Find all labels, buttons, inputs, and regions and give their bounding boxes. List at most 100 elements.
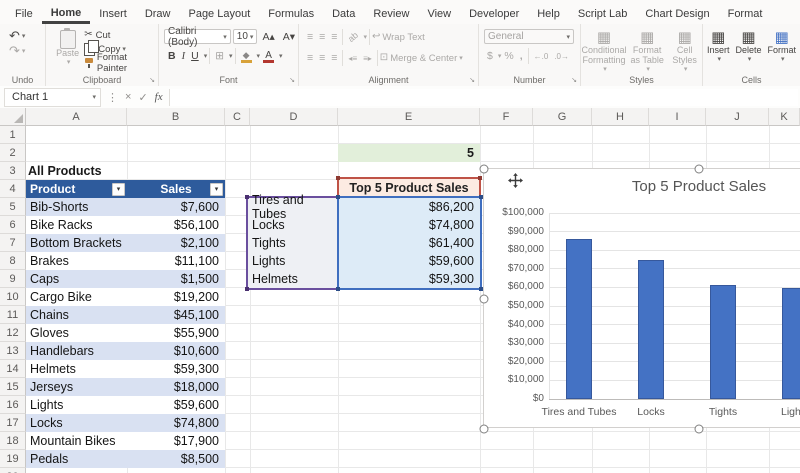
top5-name-cell[interactable]: Tires and Tubes bbox=[248, 198, 337, 216]
row-header-1[interactable]: 1 bbox=[0, 126, 26, 144]
top5-value-cell[interactable]: $61,400 bbox=[339, 234, 480, 252]
percent-style-button[interactable]: % bbox=[501, 50, 516, 62]
filter-icon[interactable]: ▾ bbox=[112, 183, 125, 196]
row-header-14[interactable]: 14 bbox=[0, 360, 26, 378]
insert-cells-button[interactable]: ▦Insert▾ bbox=[705, 28, 732, 66]
top5-name-cell[interactable]: Helmets bbox=[248, 270, 337, 288]
sales-cell[interactable]: $19,200 bbox=[127, 288, 225, 306]
sales-cell[interactable]: $17,900 bbox=[127, 432, 225, 450]
row-header-3[interactable]: 3 bbox=[0, 162, 26, 180]
increase-decimal-button[interactable]: ←.0 bbox=[531, 52, 552, 61]
tab-help[interactable]: Help bbox=[528, 4, 569, 24]
number-dialog-launcher[interactable]: ↘ bbox=[571, 76, 577, 84]
sales-cell[interactable]: $1,500 bbox=[127, 270, 225, 288]
sales-cell[interactable]: $2,100 bbox=[127, 234, 225, 252]
row-header-2[interactable]: 2 bbox=[0, 144, 26, 162]
formula-input[interactable] bbox=[169, 89, 798, 106]
row-header-9[interactable]: 9 bbox=[0, 270, 26, 288]
undo-button[interactable]: ↶▾ bbox=[6, 28, 45, 43]
range-handle[interactable] bbox=[336, 195, 340, 199]
column-header-C[interactable]: C bbox=[225, 108, 250, 126]
table-row[interactable]: Brakes$11,100 bbox=[26, 252, 225, 270]
underline-button[interactable]: U bbox=[188, 50, 202, 62]
chart-resize-handle[interactable] bbox=[695, 165, 704, 174]
cancel-icon[interactable]: × bbox=[125, 91, 131, 103]
column-header-H[interactable]: H bbox=[592, 108, 649, 126]
sales-column-header[interactable]: Sales▾ bbox=[127, 180, 225, 198]
tab-developer[interactable]: Developer bbox=[460, 4, 528, 24]
row-header-12[interactable]: 12 bbox=[0, 324, 26, 342]
column-header-A[interactable]: A bbox=[26, 108, 127, 126]
table-row[interactable]: Mountain Bikes$17,900 bbox=[26, 432, 225, 450]
table-row[interactable]: Pedals$8,500 bbox=[26, 450, 225, 468]
sales-cell[interactable]: $11,100 bbox=[127, 252, 225, 270]
increase-indent-button[interactable]: ≡▸ bbox=[360, 54, 375, 63]
product-cell[interactable]: Gloves bbox=[26, 324, 127, 342]
chart-object[interactable]: Top 5 Product Sales $0$10,000$20,000$30,… bbox=[483, 168, 800, 428]
table-row[interactable]: Caps$1,500 bbox=[26, 270, 225, 288]
row-header-5[interactable]: 5 bbox=[0, 198, 26, 216]
product-cell[interactable]: Bib-Shorts bbox=[26, 198, 127, 216]
row-header-20[interactable]: 20 bbox=[0, 468, 26, 473]
tab-insert[interactable]: Insert bbox=[90, 4, 136, 24]
clipboard-dialog-launcher[interactable]: ↘ bbox=[149, 76, 155, 84]
borders-button[interactable]: ⊞ bbox=[212, 50, 227, 62]
sales-cell[interactable]: $55,900 bbox=[127, 324, 225, 342]
table-row[interactable]: Locks$74,800 bbox=[26, 414, 225, 432]
product-cell[interactable]: Chains bbox=[26, 306, 127, 324]
sales-cell[interactable]: $74,800 bbox=[127, 414, 225, 432]
shrink-font-button[interactable]: A▾ bbox=[280, 31, 298, 43]
top5-value-cell[interactable]: $86,200 bbox=[339, 198, 480, 216]
align-top-button[interactable]: ≡ bbox=[304, 31, 316, 43]
font-dialog-launcher[interactable]: ↘ bbox=[289, 76, 295, 84]
top5-name-cell[interactable]: Lights bbox=[248, 252, 337, 270]
row-header-4[interactable]: 4 bbox=[0, 180, 26, 198]
name-box[interactable]: Chart 1▾ bbox=[4, 88, 101, 107]
range-handle[interactable] bbox=[245, 195, 249, 199]
table-row[interactable]: Jerseys$18,000 bbox=[26, 378, 225, 396]
accounting-format-button[interactable]: $ bbox=[484, 50, 496, 62]
row-header-7[interactable]: 7 bbox=[0, 234, 26, 252]
top5-value-cell[interactable]: $59,600 bbox=[339, 252, 480, 270]
select-all-corner[interactable] bbox=[0, 108, 26, 126]
italic-button[interactable]: I bbox=[179, 51, 189, 62]
enter-icon[interactable]: ✓ bbox=[138, 91, 147, 104]
range-handle[interactable] bbox=[478, 176, 482, 180]
alignment-dialog-launcher[interactable]: ↘ bbox=[469, 76, 475, 84]
tab-page-layout[interactable]: Page Layout bbox=[179, 4, 259, 24]
row-header-19[interactable]: 19 bbox=[0, 450, 26, 468]
top-n-input-cell[interactable]: 5 bbox=[338, 144, 480, 162]
row-header-15[interactable]: 15 bbox=[0, 378, 26, 396]
align-center-button[interactable]: ≡ bbox=[316, 52, 328, 64]
sales-cell[interactable]: $7,600 bbox=[127, 198, 225, 216]
tab-formulas[interactable]: Formulas bbox=[259, 4, 323, 24]
table-row[interactable]: Cargo Bike$19,200 bbox=[26, 288, 225, 306]
align-left-button[interactable]: ≡ bbox=[304, 52, 316, 64]
sales-cell[interactable]: $59,600 bbox=[127, 396, 225, 414]
sales-cell[interactable]: $8,500 bbox=[127, 450, 225, 468]
all-products-label-cell[interactable]: All Products bbox=[28, 162, 188, 180]
sales-cell[interactable]: $10,600 bbox=[127, 342, 225, 360]
conditional-formatting-button[interactable]: ▦Conditional Formatting▾ bbox=[581, 28, 627, 75]
column-header-D[interactable]: D bbox=[250, 108, 338, 126]
tab-view[interactable]: View bbox=[418, 4, 460, 24]
chart-resize-handle[interactable] bbox=[480, 165, 489, 174]
sales-cell[interactable]: $59,300 bbox=[127, 360, 225, 378]
row-header-6[interactable]: 6 bbox=[0, 216, 26, 234]
product-column-header[interactable]: Product▾ bbox=[26, 180, 127, 198]
product-cell[interactable]: Caps bbox=[26, 270, 127, 288]
cell-styles-button[interactable]: ▦Cell Styles▾ bbox=[667, 28, 702, 75]
product-cell[interactable]: Lights bbox=[26, 396, 127, 414]
chart-resize-handle[interactable] bbox=[695, 425, 704, 434]
column-header-J[interactable]: J bbox=[706, 108, 769, 126]
tab-script-lab[interactable]: Script Lab bbox=[569, 4, 637, 24]
table-row[interactable]: Lights$59,600 bbox=[26, 396, 225, 414]
top5-value-cell[interactable]: $74,800 bbox=[339, 216, 480, 234]
align-middle-button[interactable]: ≡ bbox=[316, 31, 328, 43]
top5-name-cell[interactable]: Tights bbox=[248, 234, 337, 252]
column-header-E[interactable]: E bbox=[338, 108, 480, 126]
table-row[interactable]: Gloves$55,900 bbox=[26, 324, 225, 342]
top5-values-range[interactable]: $86,200$74,800$61,400$59,600$59,300 bbox=[337, 196, 482, 290]
font-color-button[interactable]: A bbox=[260, 50, 277, 63]
sales-cell[interactable]: $56,100 bbox=[127, 216, 225, 234]
